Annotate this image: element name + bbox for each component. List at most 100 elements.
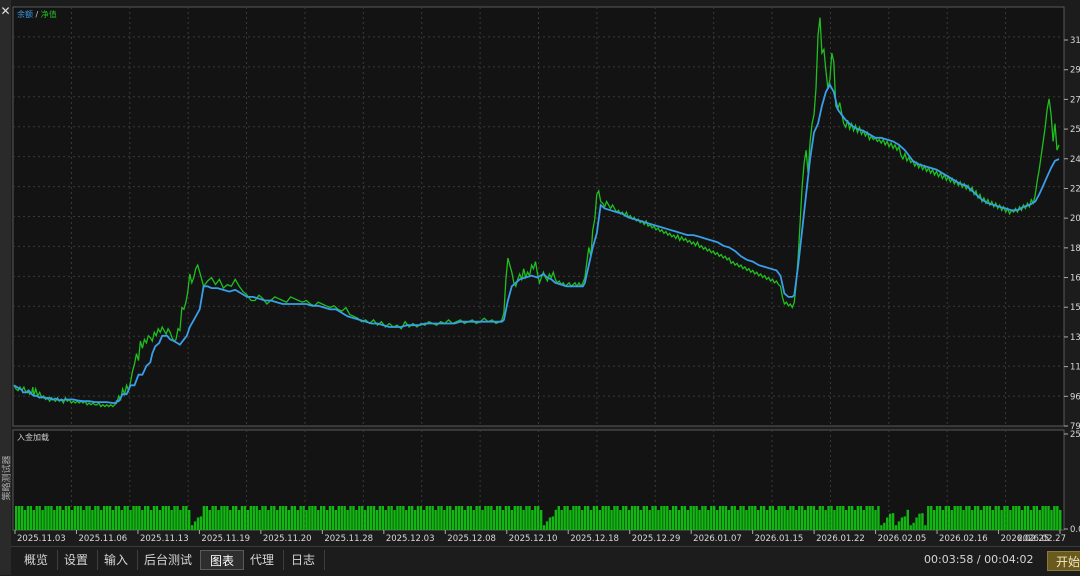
bar xyxy=(862,510,865,530)
bar xyxy=(498,506,502,530)
bar xyxy=(583,506,587,530)
bar xyxy=(727,510,731,530)
bar xyxy=(58,506,62,530)
bar xyxy=(906,509,909,530)
bar xyxy=(317,510,320,530)
bar xyxy=(956,506,959,530)
bar xyxy=(305,510,308,530)
bar xyxy=(595,506,599,530)
bar xyxy=(249,506,253,530)
bar xyxy=(114,506,118,530)
bar xyxy=(38,506,41,530)
bar xyxy=(390,506,393,530)
bar xyxy=(988,506,992,530)
start-button[interactable]: 开始 xyxy=(1047,551,1080,571)
bar xyxy=(806,506,810,530)
bar xyxy=(669,510,672,530)
bar xyxy=(419,506,423,530)
bar xyxy=(149,510,153,530)
bar xyxy=(563,506,566,530)
bar xyxy=(232,506,235,530)
bar xyxy=(944,506,948,530)
bar xyxy=(777,506,780,530)
bar xyxy=(800,506,804,530)
bar xyxy=(721,506,725,530)
bar xyxy=(874,510,877,530)
bar xyxy=(1047,506,1050,530)
bar xyxy=(683,506,687,530)
bar xyxy=(35,506,38,530)
bar xyxy=(454,506,458,530)
bar xyxy=(674,506,678,530)
bar xyxy=(451,510,455,530)
tab-overview[interactable]: 概览 xyxy=(15,550,59,570)
bar xyxy=(487,506,490,530)
chart-area: 余额 / 净值 3129272524222018161513119679 入金加… xyxy=(11,0,1080,546)
bar xyxy=(525,506,528,530)
bar xyxy=(167,506,170,530)
bar xyxy=(100,510,103,530)
elapsed-timer: 00:03:58 / 00:04:02 xyxy=(924,553,1034,566)
bar xyxy=(947,506,951,530)
tab-inputs[interactable]: 输入 xyxy=(95,550,139,570)
y-tick-label: 11 xyxy=(1070,363,1080,373)
bar xyxy=(783,506,786,530)
bar xyxy=(311,506,314,530)
bar xyxy=(516,506,519,530)
bar xyxy=(267,510,270,530)
bar xyxy=(739,506,742,530)
bar xyxy=(548,517,552,530)
tab-backtest[interactable]: 后台测试 xyxy=(135,550,203,570)
bar xyxy=(938,506,942,530)
bar xyxy=(537,506,540,530)
bar xyxy=(70,510,74,530)
y-tick-label: 29 xyxy=(1070,66,1080,76)
bar xyxy=(551,516,555,530)
y-tick-label: 16 xyxy=(1070,274,1080,284)
bar xyxy=(534,506,537,530)
bar xyxy=(56,506,59,530)
y-tick-label: 13 xyxy=(1070,333,1080,343)
bar xyxy=(589,510,593,530)
tab-agents[interactable]: 代理 xyxy=(241,550,285,570)
bar xyxy=(531,510,534,530)
bar xyxy=(692,506,695,530)
x-tick-label: 2025.11.19 xyxy=(201,534,250,544)
bar xyxy=(425,506,428,530)
bar xyxy=(718,506,722,530)
bar xyxy=(123,506,126,530)
bar xyxy=(912,522,915,530)
bar xyxy=(856,506,860,530)
bar xyxy=(369,506,373,530)
bar xyxy=(689,506,692,530)
bar xyxy=(214,506,217,530)
y-tick-label: 20 xyxy=(1070,214,1080,224)
bar xyxy=(792,506,795,530)
bar xyxy=(528,506,531,530)
tab-chart[interactable]: 图表 xyxy=(200,550,245,570)
bar xyxy=(613,506,616,530)
bar xyxy=(410,506,414,530)
bar xyxy=(616,506,619,530)
bar xyxy=(32,510,35,530)
bar xyxy=(921,513,924,530)
legend-equity: 净值 xyxy=(41,9,57,19)
bar xyxy=(284,506,288,530)
tab-journal[interactable]: 日志 xyxy=(282,550,326,570)
y-tick-label: 96 xyxy=(1070,392,1080,402)
tab-settings[interactable]: 设置 xyxy=(55,550,99,570)
bar xyxy=(1053,506,1056,530)
x-tick-label: 2026.02.27 xyxy=(1017,534,1066,544)
bar xyxy=(378,506,382,530)
bar xyxy=(850,506,854,530)
bar xyxy=(660,506,663,530)
bar xyxy=(886,517,889,530)
bar xyxy=(803,510,807,530)
bar xyxy=(355,510,358,530)
bar xyxy=(932,510,936,530)
x-tick-label: 2026.01.07 xyxy=(693,534,742,544)
bar xyxy=(428,506,431,530)
bar xyxy=(501,510,505,530)
bar xyxy=(82,510,85,530)
bar xyxy=(20,506,24,530)
